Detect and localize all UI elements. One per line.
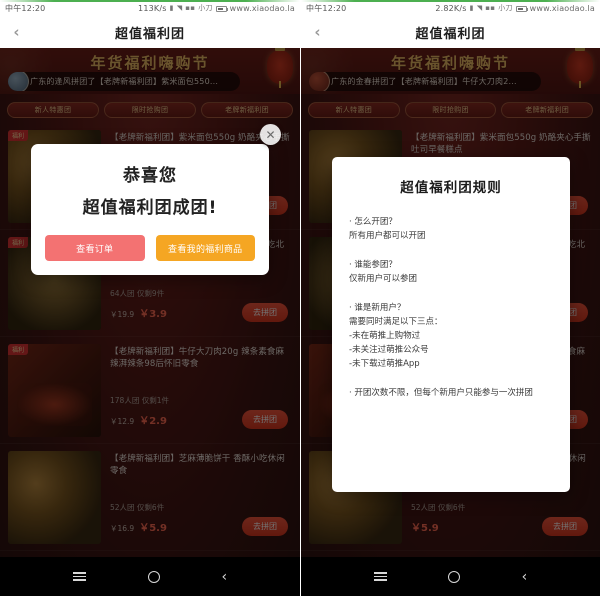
back-chevron-icon[interactable]: ‹ bbox=[522, 570, 528, 584]
title-bar-right: ‹ 超值福利团 bbox=[301, 17, 600, 48]
status-network-speed: 113K/s bbox=[138, 4, 167, 13]
phone-screen-left: 中午12:20 113K/s ▮ ◥ ▪▪ 小刀 www.xiaodao.la … bbox=[0, 0, 300, 596]
rules-dialog: 超值福利团规则 · 怎么开团？ 所有用户都可以开团 · 谁能参团？ 仅新用户可以… bbox=[332, 157, 570, 492]
congrats-dialog: ✕ 恭喜您 超值福利团成团! 查看订单 查看我的福利商品 bbox=[31, 124, 281, 275]
rules-item: -未关注过萌推公众号 bbox=[349, 345, 429, 355]
screenshot-stage: 中午12:20 113K/s ▮ ◥ ▪▪ 小刀 www.xiaodao.la … bbox=[0, 0, 600, 596]
rules-footer-section: · 开团次数不限，但每个新用户只能参与一次拼团 bbox=[349, 386, 553, 400]
phone-screen-right: 中午12:20 2.82K/s ▮ ◥ ▪▪ 小刀 www.xiaodao.la… bbox=[300, 0, 600, 596]
rules-item: -未下载过萌推App bbox=[349, 359, 420, 369]
carrier-label: 小刀 bbox=[198, 4, 213, 12]
view-order-button[interactable]: 查看订单 bbox=[45, 235, 145, 261]
rules-title: 超值福利团规则 bbox=[400, 180, 502, 196]
battery-icon bbox=[515, 5, 528, 12]
page-content-right: 年货福利嗨购节 广东的金春拼团了【老牌新福利团】牛仔大刀肉2... 新人特惠团 … bbox=[301, 48, 600, 557]
rules-footer: · 开团次数不限，但每个新用户只能参与一次拼团 bbox=[349, 388, 533, 398]
rules-question: · 谁是新用户？ bbox=[349, 303, 406, 313]
carrier-label: 小刀 bbox=[498, 4, 513, 12]
android-nav-bar: ‹ bbox=[0, 557, 300, 596]
rules-section: · 谁是新用户？ 需要同时满足以下三点： -未在萌推上购物过 -未关注过萌推公众… bbox=[349, 301, 553, 371]
status-accent-line bbox=[301, 0, 600, 2]
view-my-goods-button[interactable]: 查看我的福利商品 bbox=[155, 235, 255, 261]
status-accent-line bbox=[0, 0, 300, 2]
signal-icon: ▮ bbox=[469, 4, 474, 12]
title-bar-left: ‹ 超值福利团 bbox=[0, 17, 300, 48]
page-title: 超值福利团 bbox=[114, 27, 185, 42]
rules-answer: 仅新用户可以参团 bbox=[349, 274, 418, 284]
status-time: 中午12:20 bbox=[5, 4, 46, 13]
rules-section: · 怎么开团？ 所有用户都可以开团 bbox=[349, 215, 553, 243]
rules-answer: 需要同时满足以下三点： bbox=[349, 317, 443, 327]
status-time: 中午12:20 bbox=[306, 4, 347, 13]
status-bar-left: 中午12:20 113K/s ▮ ◥ ▪▪ 小刀 www.xiaodao.la bbox=[0, 0, 300, 17]
modal-backdrop[interactable] bbox=[0, 48, 300, 557]
sim-icon: ▪▪ bbox=[185, 4, 196, 12]
chevron-left-icon[interactable]: ‹ bbox=[310, 25, 326, 41]
signal-icon: ▮ bbox=[169, 4, 174, 12]
congrats-actions: 查看订单 查看我的福利商品 bbox=[45, 235, 255, 261]
android-nav-bar: ‹ bbox=[301, 557, 600, 596]
rules-item: -未在萌推上购物过 bbox=[349, 331, 421, 341]
rules-answer: 所有用户都可以开团 bbox=[349, 231, 426, 241]
watermark-url: www.xiaodao.la bbox=[529, 4, 595, 13]
sim-icon: ▪▪ bbox=[485, 4, 496, 12]
congrats-line-2: 超值福利团成团! bbox=[82, 198, 218, 218]
menu-icon[interactable] bbox=[72, 572, 86, 581]
watermark-url: www.xiaodao.la bbox=[229, 4, 295, 13]
wifi-icon: ◥ bbox=[476, 4, 483, 12]
menu-icon[interactable] bbox=[373, 572, 387, 581]
congrats-line-1: 恭喜您 bbox=[123, 166, 177, 186]
rules-section: · 谁能参团？ 仅新用户可以参团 bbox=[349, 258, 553, 286]
back-chevron-icon[interactable]: ‹ bbox=[221, 570, 227, 584]
rules-question: · 谁能参团？ bbox=[349, 260, 397, 270]
home-circle-icon[interactable] bbox=[448, 570, 461, 583]
status-bar-right: 中午12:20 2.82K/s ▮ ◥ ▪▪ 小刀 www.xiaodao.la bbox=[301, 0, 600, 17]
home-circle-icon[interactable] bbox=[147, 570, 160, 583]
close-icon[interactable]: ✕ bbox=[260, 124, 281, 145]
status-network-speed: 2.82K/s bbox=[435, 4, 467, 13]
battery-icon bbox=[215, 5, 228, 12]
page-content-left: 年货福利嗨购节 广东的逢风拼团了【老牌新福利团】紫米面包550... 新人特惠团… bbox=[0, 48, 300, 557]
page-title: 超值福利团 bbox=[415, 27, 486, 42]
chevron-left-icon[interactable]: ‹ bbox=[9, 25, 25, 41]
rules-question: · 怎么开团？ bbox=[349, 217, 397, 227]
wifi-icon: ◥ bbox=[176, 4, 183, 12]
